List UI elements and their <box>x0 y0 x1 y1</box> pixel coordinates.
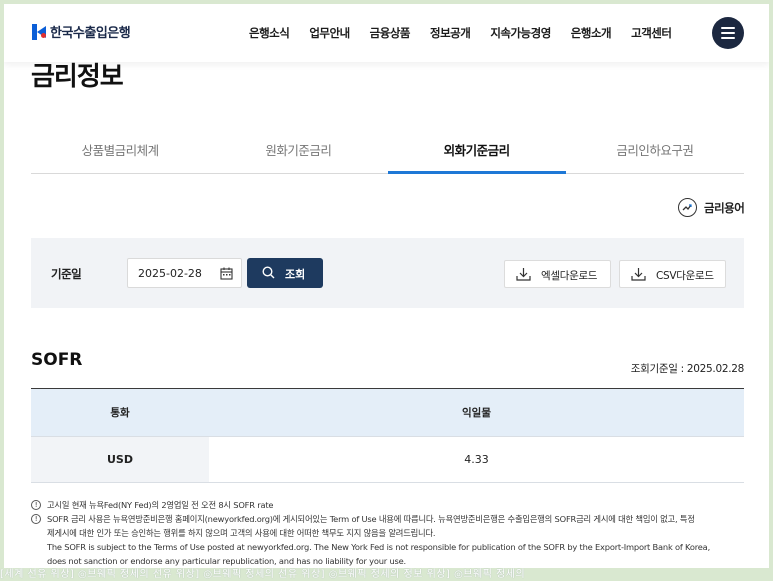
notes: ! 고시일 현재 뉴욕Fed(NY Fed)의 2영업일 전 오전 8시 SOF… <box>31 498 746 568</box>
browser-viewport: 한국수출입은행 은행소식 업무안내 금융상품 정보공개 지속가능경영 은행소개 … <box>4 4 769 572</box>
section-title: SOFR <box>31 350 83 370</box>
column-header-overnight: 익일물 <box>209 388 744 437</box>
nav-item-sustainability[interactable]: 지속가능경영 <box>490 25 551 41</box>
nav-item-about[interactable]: 은행소개 <box>571 25 612 41</box>
kexim-logo-icon <box>32 23 47 40</box>
watermark-ticker: [세계 선유 위상] ◎브웨픽 정세의 선유 위상] ◎브웨픽 정세의 선유 위… <box>0 568 773 581</box>
nav-item-customer-center[interactable]: 고객센터 <box>631 25 672 41</box>
currency-cell: USD <box>31 436 209 483</box>
search-button[interactable]: 조회 <box>247 258 323 288</box>
logo-text: 한국수출입은행 <box>50 26 131 41</box>
note-text: The SOFR is subject to the Terms of Use … <box>47 542 711 552</box>
search-panel: 기준일 2025-02-28 조회 엑셀다운로드 CSV다운로드 <box>31 238 744 308</box>
date-value: 2025-02-28 <box>138 267 202 280</box>
note-item: ! 고시일 현재 뉴욕Fed(NY Fed)의 2영업일 전 오전 8시 SOF… <box>31 498 746 512</box>
csv-download-button[interactable]: CSV다운로드 <box>619 260 726 288</box>
main-nav: 은행소식 업무안내 금융상품 정보공개 지속가능경영 은행소개 고객센터 <box>249 25 691 41</box>
search-button-label: 조회 <box>285 268 306 281</box>
sofr-rate-table: 통화 익일물 USD 4.33 <box>31 388 744 483</box>
note-text: SOFR 금리 사용은 뉴욕연방준비은행 홈페이지(newyorkfed.org… <box>47 514 695 524</box>
info-icon: ! <box>31 514 41 524</box>
tab-product-rates[interactable]: 상품별금리체계 <box>31 132 209 173</box>
hamburger-icon <box>721 27 735 29</box>
excel-download-button[interactable]: 엑셀다운로드 <box>504 260 611 288</box>
tab-krw-base-rate[interactable]: 원화기준금리 <box>209 132 387 173</box>
date-label: 기준일 <box>51 267 82 281</box>
nav-item-disclosure[interactable]: 정보공개 <box>430 25 471 41</box>
date-input[interactable]: 2025-02-28 <box>127 258 242 288</box>
note-text: does not sanction or endorse any particu… <box>47 556 406 566</box>
reference-date: 조회기준일 : 2025.02.28 <box>630 363 745 375</box>
calendar-icon[interactable] <box>220 267 233 280</box>
table-row: USD 4.33 <box>31 436 744 483</box>
excel-download-label: 엑셀다운로드 <box>541 270 598 282</box>
rate-tabs: 상품별금리체계 원화기준금리 외화기준금리 금리인하요구권 <box>31 132 744 174</box>
chart-glossary-icon <box>678 198 697 217</box>
overnight-rate-cell: 4.33 <box>209 436 744 483</box>
download-icon <box>631 268 646 281</box>
tab-rate-cut-request[interactable]: 금리인하요구권 <box>566 132 744 173</box>
note-text: 제게시에 대한 인가 또는 승인하는 행위를 하지 않으며 고객의 사용에 대한… <box>47 528 436 538</box>
rate-glossary-link[interactable]: 금리용어 <box>678 198 745 217</box>
column-header-currency: 통화 <box>31 388 209 437</box>
search-icon <box>262 266 275 279</box>
site-logo[interactable]: 한국수출입은행 <box>32 22 131 41</box>
note-item: ! SOFR 금리 사용은 뉴욕연방준비은행 홈페이지(newyorkfed.o… <box>31 512 746 526</box>
info-icon: ! <box>31 500 41 510</box>
tab-fx-base-rate[interactable]: 외화기준금리 <box>387 132 567 174</box>
table-header-row: 통화 익일물 <box>31 388 744 437</box>
site-header: 한국수출입은행 은행소식 업무안내 금융상품 정보공개 지속가능경영 은행소개 … <box>4 4 769 62</box>
nav-item-business[interactable]: 업무안내 <box>309 25 350 41</box>
note-text: 고시일 현재 뉴욕Fed(NY Fed)의 2영업일 전 오전 8시 SOFR … <box>47 500 274 510</box>
nav-item-news[interactable]: 은행소식 <box>249 25 290 41</box>
nav-item-products[interactable]: 금융상품 <box>370 25 411 41</box>
glossary-label: 금리용어 <box>704 200 745 215</box>
hamburger-menu-button[interactable] <box>712 17 744 49</box>
csv-download-label: CSV다운로드 <box>656 270 714 282</box>
download-icon <box>516 268 531 281</box>
